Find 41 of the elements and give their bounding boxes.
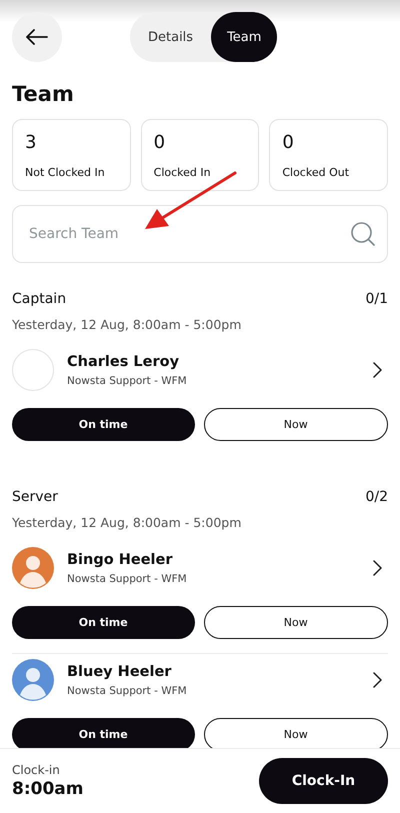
- filled-count: 0/2: [365, 489, 388, 505]
- person-name: Charles Leroy: [67, 354, 180, 370]
- person-org: Nowsta Support - WFM: [67, 374, 188, 386]
- person-row[interactable]: Bluey Heeler Nowsta Support - WFM: [12, 654, 388, 706]
- tab[interactable]: Team: [211, 12, 278, 62]
- role-heading: Captain: [12, 291, 66, 307]
- back-button[interactable]: [12, 12, 62, 62]
- stat-label: Clocked Out: [282, 166, 350, 179]
- chevron-right-icon: [373, 560, 382, 576]
- on-time-button[interactable]: On time: [12, 718, 194, 748]
- person-name: Bluey Heeler: [67, 664, 172, 680]
- clock-in-time: 8:00am: [12, 779, 84, 799]
- person-name: Bingo Heeler: [67, 552, 174, 568]
- search-icon: [350, 221, 376, 247]
- stat-label: Not Clocked In: [25, 166, 106, 179]
- person-row[interactable]: Bingo Heeler Nowsta Support - WFM: [12, 542, 388, 594]
- clock-in-button[interactable]: Clock-In: [259, 758, 388, 804]
- filled-count: 0/1: [365, 291, 388, 307]
- on-time-button[interactable]: On time: [12, 606, 194, 639]
- search-field[interactable]: Search Team: [12, 205, 388, 263]
- avatar: [12, 349, 54, 391]
- on-time-button[interactable]: On time: [12, 408, 194, 441]
- now-button[interactable]: Now: [204, 606, 388, 639]
- stat-count: 3: [25, 132, 38, 154]
- tab[interactable]: Details: [130, 12, 212, 62]
- shift-time: Yesterday, 12 Aug, 8:00am - 5:00pm: [12, 515, 242, 530]
- chevron-right-icon: [373, 672, 382, 688]
- page-title: Team: [12, 81, 75, 108]
- person-org: Nowsta Support - WFM: [67, 572, 188, 584]
- stat-count: 0: [282, 132, 295, 154]
- stat-label: Clocked In: [154, 166, 212, 179]
- clock-in-label: Clock-in: [12, 763, 61, 777]
- person-org: Nowsta Support - WFM: [67, 684, 188, 696]
- now-button[interactable]: Now: [204, 718, 388, 748]
- back-arrow-icon: [26, 29, 48, 45]
- chevron-right-icon: [373, 362, 382, 378]
- person-row[interactable]: Charles Leroy Nowsta Support - WFM: [12, 344, 388, 396]
- now-button[interactable]: Now: [204, 408, 388, 441]
- stat-count: 0: [154, 132, 166, 154]
- shift-time: Yesterday, 12 Aug, 8:00am - 5:00pm: [12, 317, 242, 332]
- role-heading: Server: [12, 489, 58, 505]
